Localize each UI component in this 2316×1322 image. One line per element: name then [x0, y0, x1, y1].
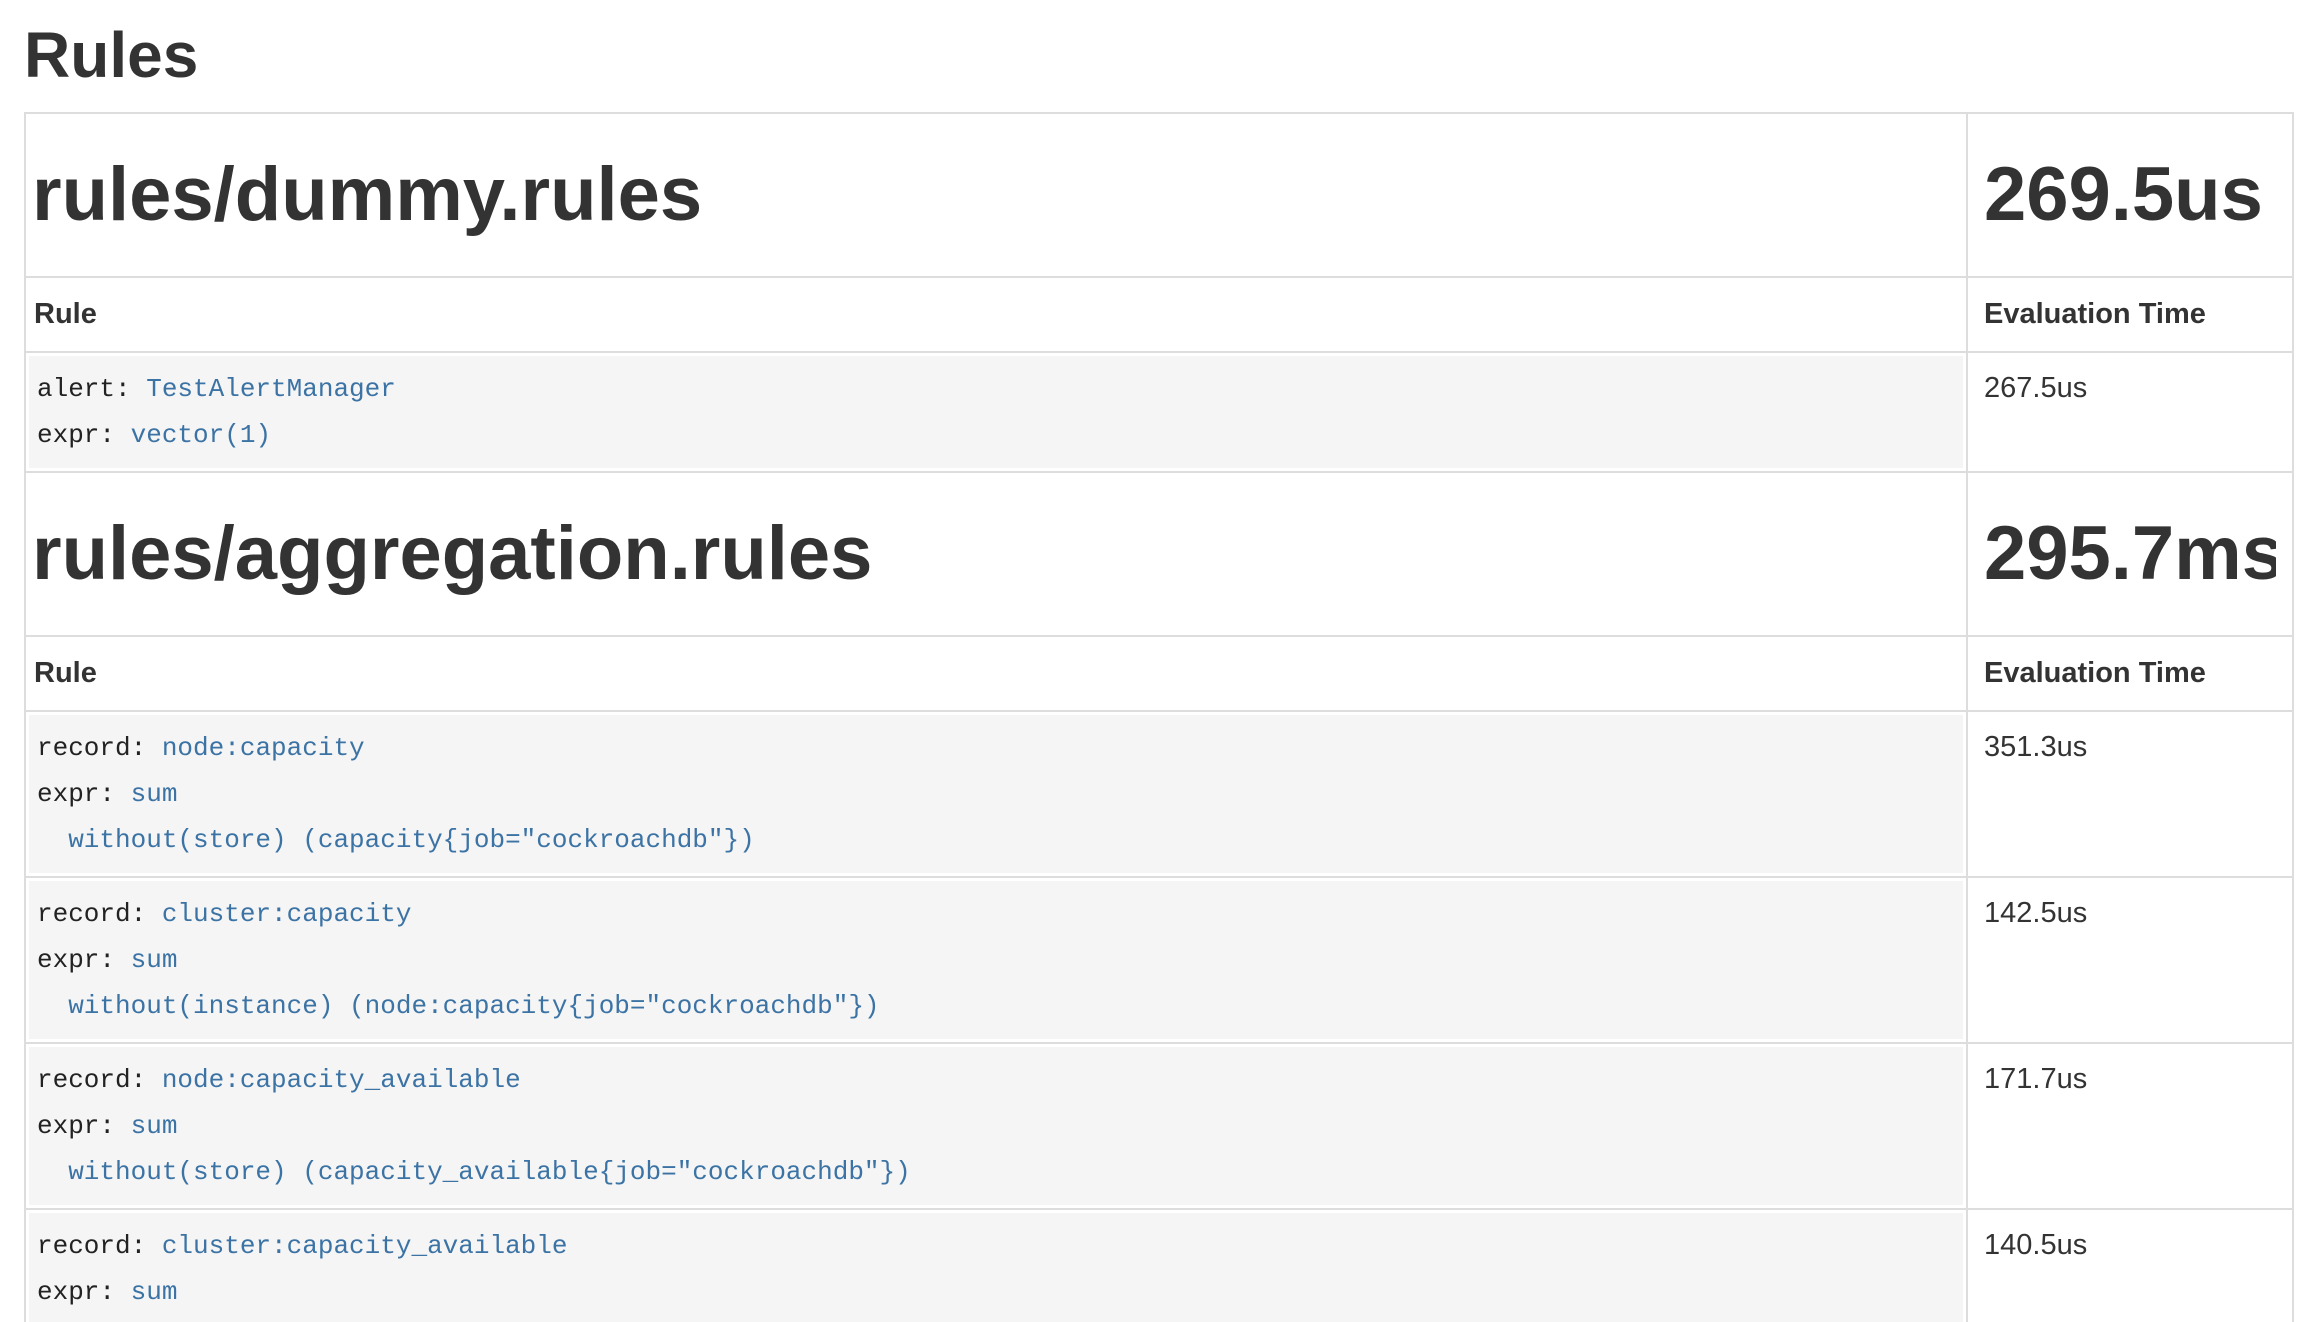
rule-name-link[interactable]: node:capacity — [162, 733, 365, 763]
evaluation-time-value: 267.5us — [1967, 352, 2293, 472]
rule-group-total-evaluation-time: 269.5us — [1984, 152, 2276, 238]
evaluation-time-value: 140.5us — [1967, 1209, 2293, 1322]
rule-expr-link[interactable]: without(instance) (node:capacity{job="co… — [37, 991, 880, 1021]
rule-line: without(store) (capacity{job="cockroachd… — [37, 817, 1955, 863]
rules-page: Rules rules/dummy.rules 269.5us Rule Eva… — [0, 20, 2316, 1322]
rule-line: alert: TestAlertManager — [37, 366, 1955, 412]
evaluation-time-column-header: Evaluation Time — [1967, 636, 2293, 711]
rule-line: without(instance) (node:capacity{job="co… — [37, 983, 1955, 1029]
evaluation-time-column-header: Evaluation Time — [1967, 277, 2293, 352]
table-row: record: cluster:capacity expr: sum witho… — [25, 877, 2293, 1043]
rule-line: record: cluster:capacity — [37, 891, 1955, 937]
rule-definition: alert: TestAlertManager expr: vector(1) — [29, 356, 1963, 468]
rule-cell: record: cluster:capacity expr: sum witho… — [25, 877, 1967, 1043]
rule-expr-link[interactable]: vector(1) — [131, 420, 271, 450]
rule-line: record: cluster:capacity_available — [37, 1223, 1955, 1269]
rule-keyword: record: — [37, 733, 162, 763]
rule-keyword: expr: — [37, 1111, 131, 1141]
table-row: record: cluster:capacity_available expr:… — [25, 1209, 2293, 1322]
rule-keyword: record: — [37, 899, 162, 929]
rule-name-link[interactable]: cluster:capacity_available — [162, 1231, 568, 1261]
rule-group-total-time-cell: 269.5us — [1967, 113, 2293, 277]
evaluation-time-value: 171.7us — [1967, 1043, 2293, 1209]
rule-cell: record: node:capacity expr: sum without(… — [25, 711, 1967, 877]
rule-line: without(instance) (node:capacity_availab… — [37, 1315, 1955, 1322]
rule-expr-link[interactable]: sum — [131, 945, 178, 975]
rule-group-header-row: rules/dummy.rules 269.5us — [25, 113, 2293, 277]
rule-line: record: node:capacity_available — [37, 1057, 1955, 1103]
rule-keyword: alert: — [37, 374, 146, 404]
rule-keyword: expr: — [37, 1277, 131, 1307]
rule-keyword: record: — [37, 1231, 162, 1261]
rule-line: expr: sum — [37, 937, 1955, 983]
rule-cell: record: node:capacity_available expr: su… — [25, 1043, 1967, 1209]
rule-keyword: expr: — [37, 945, 131, 975]
rule-expr-link[interactable]: sum — [131, 1111, 178, 1141]
rule-expr-link[interactable]: without(store) (capacity_available{job="… — [37, 1157, 911, 1187]
rule-cell: record: cluster:capacity_available expr:… — [25, 1209, 1967, 1322]
rule-name-link[interactable]: TestAlertManager — [146, 374, 396, 404]
rule-line: expr: vector(1) — [37, 412, 1955, 458]
rule-definition: record: cluster:capacity_available expr:… — [29, 1213, 1963, 1322]
rule-group-total-time-cell: 295.7ms — [1967, 472, 2293, 636]
rule-keyword: expr: — [37, 420, 131, 450]
rule-group-header-row: rules/aggregation.rules 295.7ms — [25, 472, 2293, 636]
rule-group-total-evaluation-time: 295.7ms — [1984, 511, 2276, 597]
rule-group-file-cell: rules/aggregation.rules — [25, 472, 1967, 636]
rule-group-file-cell: rules/dummy.rules — [25, 113, 1967, 277]
rules-table: rules/dummy.rules 269.5us Rule Evaluatio… — [24, 112, 2294, 1322]
page-title: Rules — [24, 20, 2292, 90]
evaluation-time-value: 142.5us — [1967, 877, 2293, 1043]
rule-line: expr: sum — [37, 1269, 1955, 1315]
rule-line: record: node:capacity — [37, 725, 1955, 771]
rule-line: expr: sum — [37, 771, 1955, 817]
evaluation-time-value: 351.3us — [1967, 711, 2293, 877]
rule-group-file-name: rules/aggregation.rules — [32, 511, 1960, 597]
rule-name-link[interactable]: cluster:capacity — [162, 899, 412, 929]
rule-group-file-name: rules/dummy.rules — [32, 152, 1960, 238]
rule-line: without(store) (capacity_available{job="… — [37, 1149, 1955, 1195]
rule-column-header: Rule — [25, 636, 1967, 711]
rule-cell: alert: TestAlertManager expr: vector(1) — [25, 352, 1967, 472]
table-row: record: node:capacity expr: sum without(… — [25, 711, 2293, 877]
rule-expr-link[interactable]: sum — [131, 1277, 178, 1307]
table-row: alert: TestAlertManager expr: vector(1) … — [25, 352, 2293, 472]
rule-expr-link[interactable]: without(store) (capacity{job="cockroachd… — [37, 825, 755, 855]
rule-name-link[interactable]: node:capacity_available — [162, 1065, 521, 1095]
rule-column-header: Rule — [25, 277, 1967, 352]
rule-definition: record: cluster:capacity expr: sum witho… — [29, 881, 1963, 1039]
table-row: record: node:capacity_available expr: su… — [25, 1043, 2293, 1209]
column-header-row: Rule Evaluation Time — [25, 636, 2293, 711]
rule-keyword: record: — [37, 1065, 162, 1095]
rule-definition: record: node:capacity expr: sum without(… — [29, 715, 1963, 873]
column-header-row: Rule Evaluation Time — [25, 277, 2293, 352]
rule-line: expr: sum — [37, 1103, 1955, 1149]
rule-definition: record: node:capacity_available expr: su… — [29, 1047, 1963, 1205]
rule-keyword: expr: — [37, 779, 131, 809]
rule-expr-link[interactable]: sum — [131, 779, 178, 809]
